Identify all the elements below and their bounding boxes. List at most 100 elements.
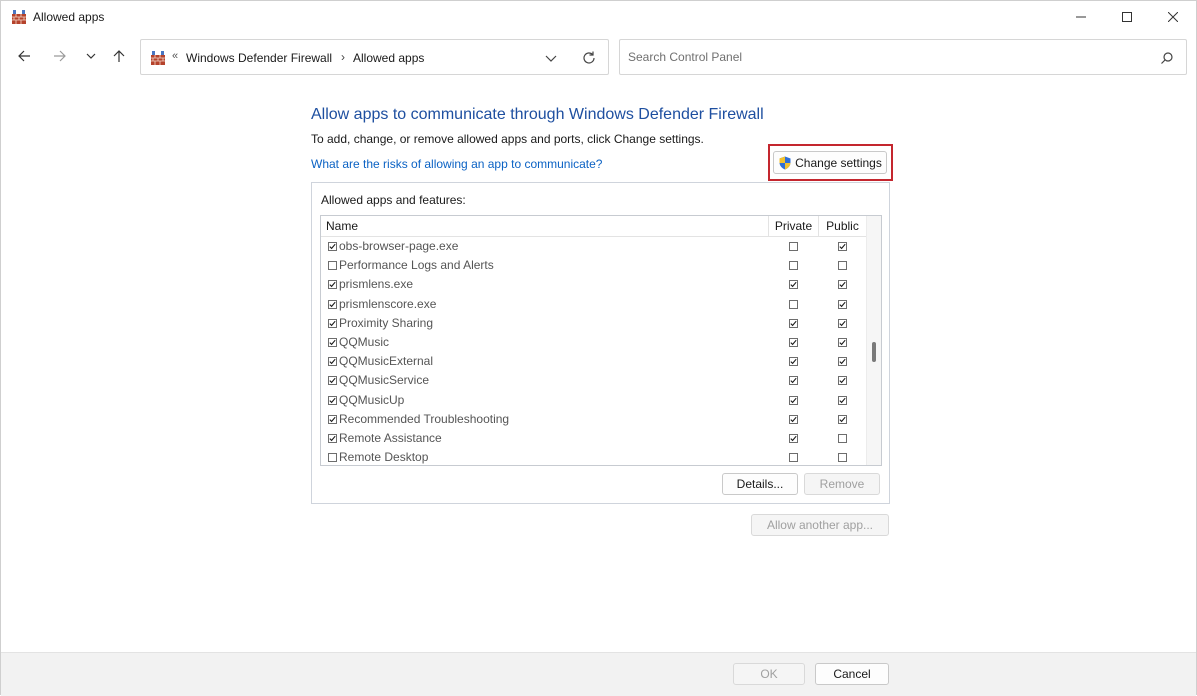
checkmark-icon (839, 358, 846, 365)
enable-checkbox[interactable] (328, 433, 337, 443)
chevron-down-icon[interactable] (543, 50, 559, 66)
enable-checkbox[interactable] (328, 453, 337, 463)
enable-checkbox[interactable] (328, 414, 337, 424)
allow-another-app-button[interactable]: Allow another app... (751, 514, 889, 536)
list-item[interactable]: Performance Logs and Alerts (321, 257, 867, 276)
refresh-icon[interactable] (580, 49, 598, 67)
private-checkbox[interactable] (789, 453, 798, 463)
close-button[interactable] (1150, 1, 1196, 32)
public-checkbox[interactable] (838, 337, 847, 347)
change-settings-button[interactable]: Change settings (773, 151, 887, 174)
enable-checkbox[interactable] (328, 376, 337, 386)
checkmark-icon (329, 416, 336, 422)
checkmark-icon (839, 416, 846, 422)
enable-checkbox[interactable] (328, 318, 337, 328)
column-header-public[interactable]: Public (818, 216, 866, 237)
checkmark-icon (329, 378, 336, 384)
enable-checkbox[interactable] (328, 299, 337, 309)
allowed-apps-list[interactable]: Name Private Public obs-browser-page.exe… (320, 215, 882, 466)
details-button[interactable]: Details... (722, 473, 798, 495)
checkmark-icon (790, 282, 797, 288)
public-checkbox[interactable] (838, 261, 847, 271)
public-checkbox[interactable] (838, 357, 847, 367)
private-checkbox[interactable] (789, 337, 798, 347)
list-rows: obs-browser-page.exe Performance Logs and… (321, 238, 867, 465)
private-checkbox[interactable] (789, 395, 798, 405)
close-icon (1168, 11, 1178, 22)
private-checkbox[interactable] (789, 414, 798, 424)
public-checkbox[interactable] (838, 376, 847, 386)
cancel-button[interactable]: Cancel (815, 663, 889, 685)
list-item[interactable]: Remote Assistance (321, 430, 867, 449)
search-input[interactable] (626, 47, 1146, 67)
enable-checkbox[interactable] (328, 242, 337, 251)
public-checkbox[interactable] (838, 242, 847, 251)
up-button[interactable] (108, 45, 130, 67)
arrow-right-icon (54, 50, 66, 62)
list-item[interactable]: Proximity Sharing (321, 315, 867, 334)
maximize-icon (1122, 11, 1132, 22)
private-checkbox[interactable] (789, 280, 798, 290)
enable-checkbox[interactable] (328, 337, 337, 347)
private-checkbox[interactable] (789, 261, 798, 271)
search-box[interactable] (619, 39, 1187, 75)
checkmark-icon (790, 339, 797, 346)
enable-checkbox[interactable] (328, 261, 337, 271)
ok-button[interactable]: OK (733, 663, 805, 685)
maximize-button[interactable] (1104, 1, 1150, 32)
breadcrumb-overflow[interactable]: « (172, 50, 178, 62)
list-item[interactable]: prismlenscore.exe (321, 296, 867, 315)
list-item[interactable]: QQMusicUp (321, 392, 867, 411)
back-button[interactable] (13, 45, 35, 67)
public-checkbox[interactable] (838, 414, 847, 424)
checkmark-icon (790, 435, 797, 442)
public-checkbox[interactable] (838, 433, 847, 443)
column-header-name[interactable]: Name (326, 216, 358, 237)
public-checkbox[interactable] (838, 280, 847, 290)
enable-checkbox[interactable] (328, 357, 337, 367)
private-checkbox[interactable] (789, 376, 798, 386)
checkmark-icon (329, 320, 336, 326)
private-checkbox[interactable] (789, 318, 798, 328)
forward-button[interactable] (49, 45, 71, 67)
breadcrumb-windows-defender-firewall[interactable]: Windows Defender Firewall (186, 51, 332, 65)
public-checkbox[interactable] (838, 318, 847, 328)
list-item[interactable]: QQMusicExternal (321, 353, 867, 372)
list-item[interactable]: Remote Desktop (321, 449, 867, 465)
vertical-scrollbar[interactable] (866, 216, 881, 465)
private-checkbox[interactable] (789, 299, 798, 309)
public-checkbox[interactable] (838, 299, 847, 309)
app-name: QQMusicUp (339, 392, 405, 407)
recent-locations-button[interactable] (80, 45, 102, 67)
list-item[interactable]: QQMusicService (321, 372, 867, 391)
private-checkbox[interactable] (789, 242, 798, 251)
enable-checkbox[interactable] (328, 280, 337, 290)
app-name: Recommended Troubleshooting (339, 411, 510, 426)
checkmark-icon (329, 339, 336, 346)
list-item[interactable]: prismlens.exe (321, 276, 867, 295)
remove-button[interactable]: Remove (804, 473, 880, 495)
breadcrumb-separator[interactable]: › (341, 50, 345, 64)
private-checkbox[interactable] (789, 357, 798, 367)
enable-checkbox[interactable] (328, 395, 337, 405)
checkmark-icon (839, 339, 846, 346)
app-name: Remote Assistance (339, 430, 442, 445)
public-checkbox[interactable] (838, 453, 847, 463)
checkmark-icon (839, 320, 846, 326)
checkmark-icon (329, 282, 336, 288)
checkmark-icon (329, 397, 336, 403)
breadcrumb-allowed-apps[interactable]: Allowed apps (353, 51, 424, 65)
address-bar[interactable]: « Windows Defender Firewall › Allowed ap… (140, 39, 609, 75)
minimize-button[interactable] (1058, 1, 1104, 32)
scrollbar-thumb[interactable] (872, 342, 876, 362)
search-icon[interactable] (1160, 51, 1174, 65)
firewall-icon (151, 51, 165, 65)
column-header-private[interactable]: Private (768, 216, 818, 237)
private-checkbox[interactable] (789, 433, 798, 443)
risks-link[interactable]: What are the risks of allowing an app to… (311, 157, 602, 171)
public-checkbox[interactable] (838, 395, 847, 405)
list-item[interactable]: Recommended Troubleshooting (321, 411, 867, 430)
title-bar: Allowed apps (1, 1, 1196, 32)
list-item[interactable]: QQMusic (321, 334, 867, 353)
list-item[interactable]: obs-browser-page.exe (321, 238, 867, 257)
